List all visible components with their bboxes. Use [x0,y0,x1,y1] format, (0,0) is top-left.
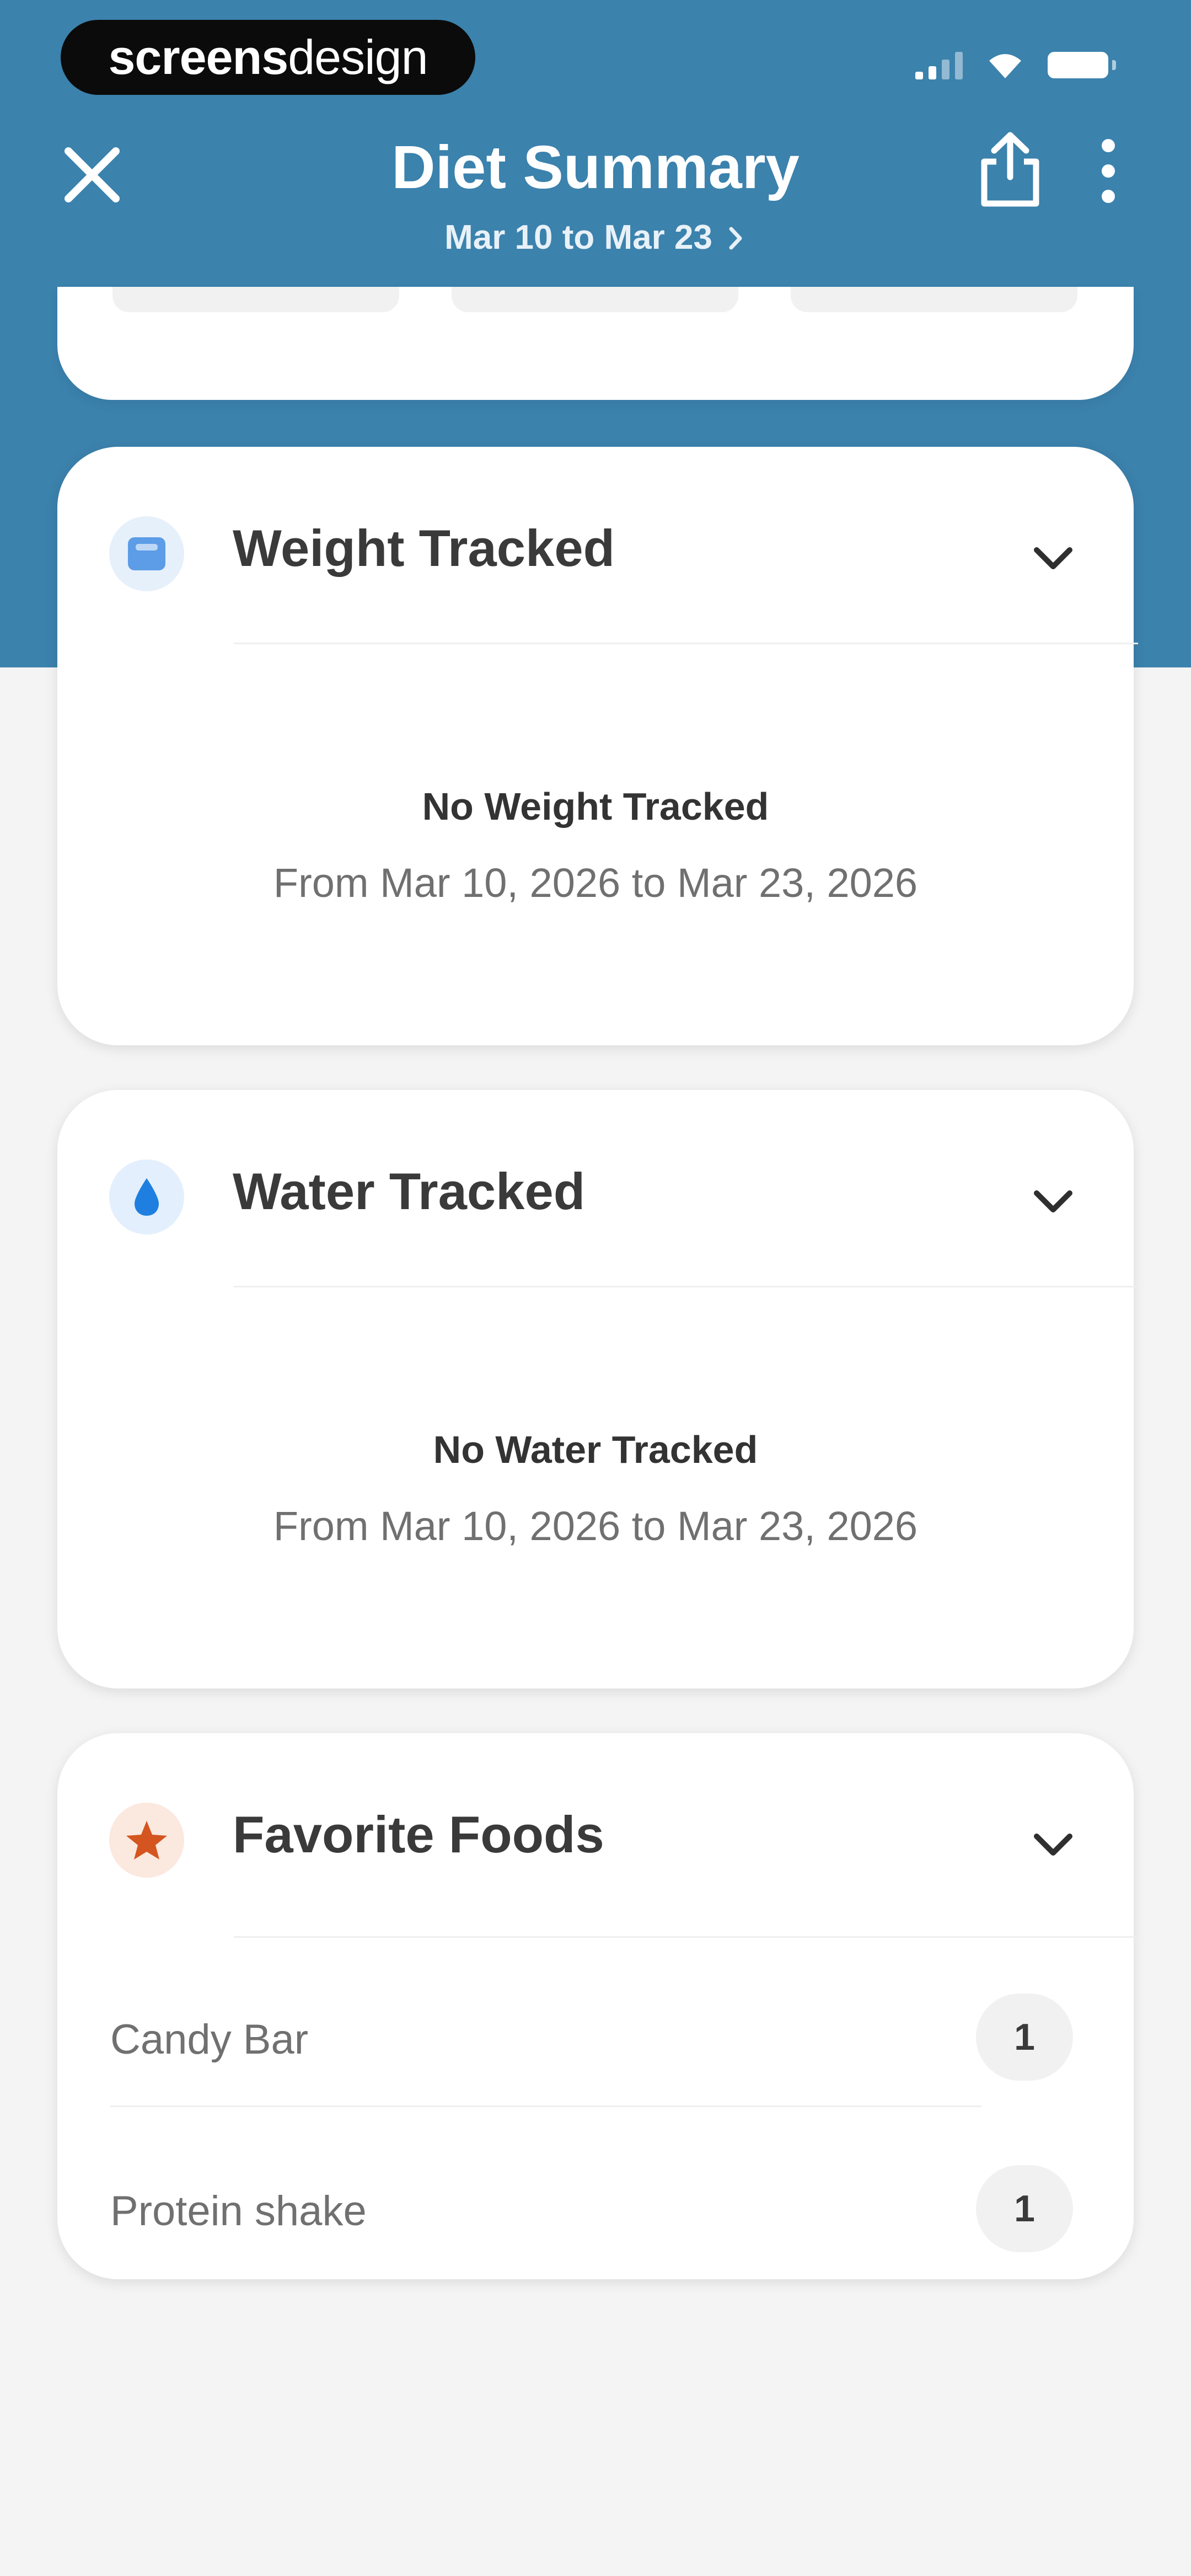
divider [234,1936,1138,1938]
screensdesign-watermark: screensdesign [61,20,475,95]
water-drop-icon [109,1159,184,1234]
weight-tracked-card: Weight Tracked No Weight Tracked From Ma… [57,447,1138,1045]
food-name: Protein shake [110,2188,367,2235]
favorite-foods-card: Favorite Foods Candy Bar 1 Protein shake… [57,1733,1138,2279]
summary-chip [791,287,1077,312]
weight-empty-subtitle: From Mar 10, 2026 to Mar 23, 2026 [273,860,918,906]
water-tracked-header[interactable]: Water Tracked [57,1090,1134,1286]
date-range-label: Mar 10 to Mar 23 [444,218,712,256]
water-tracked-card: Water Tracked No Water Tracked From Mar … [57,1090,1138,1688]
status-bar: screensdesign [0,0,1191,105]
more-vertical-icon [1102,139,1115,203]
chevron-down-icon[interactable] [1026,1174,1081,1229]
favorite-foods-header[interactable]: Favorite Foods [57,1733,1134,1929]
battery-icon [1048,52,1116,78]
weight-tracked-title: Weight Tracked [233,519,615,577]
more-options-button[interactable] [1086,132,1130,210]
date-range-link[interactable]: Mar 10 to Mar 23 [0,218,1191,257]
scale-icon [109,516,184,591]
divider [110,2105,981,2107]
chevron-right-icon [729,227,742,250]
divider [234,643,1138,644]
star-icon [109,1803,184,1878]
food-name: Candy Bar [110,2016,309,2063]
share-button[interactable] [972,128,1049,211]
share-icon [981,132,1039,207]
chevron-down-icon[interactable] [1026,531,1081,586]
water-empty-subtitle: From Mar 10, 2026 to Mar 23, 2026 [273,1503,918,1549]
chevron-down-icon[interactable] [1026,1817,1081,1872]
food-count-badge: 1 [976,1994,1073,2081]
weight-empty-title: No Weight Tracked [422,785,769,828]
weight-tracked-header[interactable]: Weight Tracked [57,447,1134,643]
summary-chip [112,287,399,312]
favorite-food-row[interactable]: Protein shake 1 [57,2150,1134,2276]
water-tracked-title: Water Tracked [233,1162,586,1220]
cellular-signal-icon [915,51,963,79]
summary-card-partial [57,287,1134,400]
favorite-foods-title: Favorite Foods [233,1805,604,1863]
summary-chip [452,287,738,312]
wifi-icon [989,54,1021,78]
favorite-food-row[interactable]: Candy Bar 1 [57,1978,1134,2105]
divider [234,1286,1138,1287]
status-icons [915,51,1116,79]
water-empty-title: No Water Tracked [433,1428,758,1471]
food-count-badge: 1 [976,2165,1073,2252]
